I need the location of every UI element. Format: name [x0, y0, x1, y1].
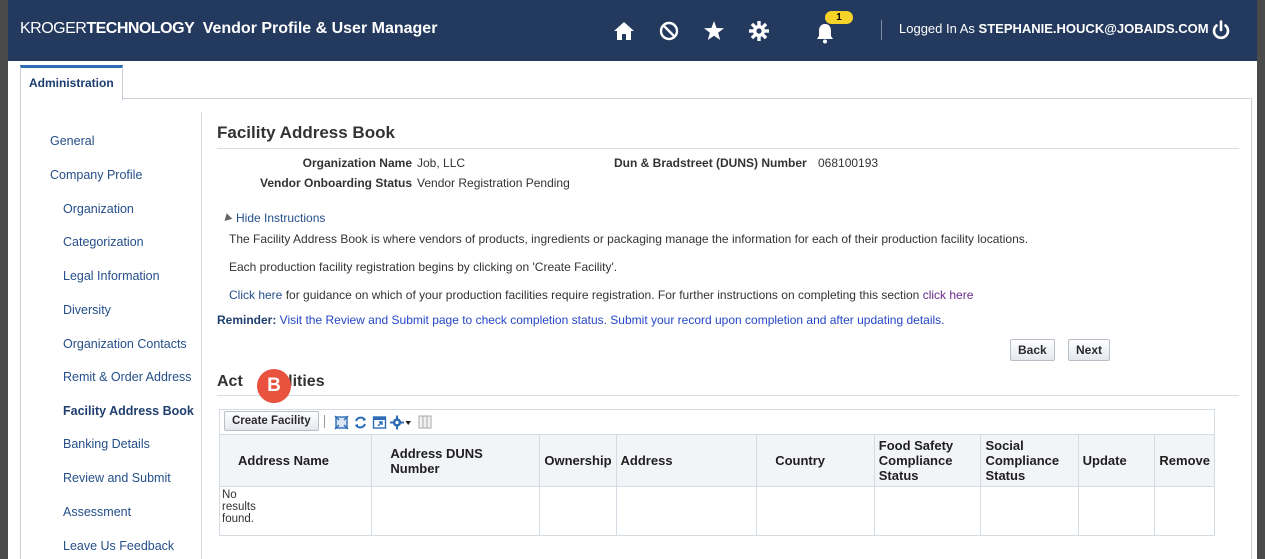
page-title: Facility Address Book [217, 123, 395, 142]
brand-bold: TECHNOLOGY [86, 20, 195, 37]
header-divider [881, 20, 882, 40]
col-address-duns[interactable]: Address DUNS Number [371, 434, 541, 487]
main-panel: Facility Address Book Organization Name … [217, 98, 1247, 559]
empty-results-message: No results found. [218, 486, 373, 536]
table-cell [756, 486, 875, 536]
settings-dropdown-icon[interactable] [390, 414, 412, 430]
sidebar-item-assessment[interactable]: Assessment [63, 505, 131, 519]
duns-value: 068100193 [818, 156, 879, 170]
sidebar-item-banking-details[interactable]: Banking Details [63, 437, 150, 451]
no-entry-icon[interactable] [656, 18, 682, 44]
reminder-label: Reminder: [217, 313, 277, 327]
further-instructions-link[interactable]: click here [923, 288, 974, 302]
col-country[interactable]: Country [756, 434, 875, 487]
sidebar-item-diversity[interactable]: Diversity [63, 303, 111, 317]
instruction-line-3: Click here for guidance on which of your… [229, 288, 973, 302]
sidebar-item-categorization[interactable]: Categorization [63, 235, 144, 249]
col-ownership[interactable]: Ownership [539, 434, 617, 487]
user-email: STEPHANIE.HOUCK@JOBAIDS.COM [978, 21, 1209, 36]
sidebar: General Company Profile Organization Cat… [21, 112, 202, 559]
detach-icon[interactable] [333, 414, 349, 430]
facilities-table: Address Name Address DUNS Number Ownersh… [218, 434, 1215, 536]
onboarding-status-label: Vendor Onboarding Status [259, 176, 412, 190]
sidebar-item-company-profile[interactable]: Company Profile [50, 168, 142, 182]
table-cell [539, 486, 617, 536]
col-food-safety-status[interactable]: Food Safety Compliance Status [873, 434, 982, 487]
instruction-line-2: Each production facility registration be… [229, 260, 618, 274]
duns-label: Dun & Bradstreet (DUNS) Number [614, 156, 807, 170]
table-toolbar: Create Facility [219, 409, 1215, 434]
sidebar-item-review-and-submit[interactable]: Review and Submit [63, 471, 171, 485]
col-address[interactable]: Address [615, 434, 758, 487]
instruction-line-3-text: for guidance on which of your production… [282, 288, 923, 302]
gear-icon[interactable] [746, 18, 772, 44]
org-name-label: Organization Name [302, 156, 412, 170]
guidance-link[interactable]: Click here [229, 288, 282, 302]
export-icon[interactable] [371, 414, 387, 430]
next-button[interactable]: Next [1068, 339, 1111, 361]
sidebar-item-remit-order-address[interactable]: Remit & Order Address [63, 370, 192, 384]
col-social-compliance-status[interactable]: Social Compliance Status [980, 434, 1079, 487]
table-cell [1154, 486, 1215, 536]
collapse-triangle-icon [221, 213, 233, 225]
brand-prefix: KROGER [20, 20, 87, 37]
title-divider [217, 148, 1239, 149]
instruction-line-1: The Facility Address Book is where vendo… [229, 232, 1029, 246]
back-button[interactable]: Back [1010, 339, 1055, 361]
step-marker-b: B [257, 369, 291, 403]
tab-strip: Administration [20, 65, 1250, 101]
reminder-text: Visit the Review and Submit page to chec… [276, 313, 945, 327]
table-cell [873, 486, 982, 536]
power-icon[interactable] [1208, 18, 1234, 44]
col-remove[interactable]: Remove [1154, 434, 1215, 487]
table-cell [1077, 486, 1156, 536]
hide-instructions-label: Hide Instructions [236, 211, 326, 225]
org-name-value: Job, LLC [417, 156, 466, 170]
sidebar-item-leave-us-feedback[interactable]: Leave Us Feedback [63, 539, 174, 553]
logged-in-prefix: Logged In As [899, 21, 975, 36]
reminder-note: Reminder: Visit the Review and Submit pa… [217, 313, 945, 327]
sidebar-item-organization-contacts[interactable]: Organization Contacts [63, 337, 187, 351]
app-title: Vendor Profile & User Manager [202, 20, 438, 37]
refresh-icon[interactable] [352, 414, 368, 430]
col-update[interactable]: Update [1077, 434, 1156, 487]
table-cell [980, 486, 1079, 536]
star-icon[interactable] [701, 18, 727, 44]
table-header-row: Address Name Address DUNS Number Ownersh… [218, 434, 1215, 487]
notification-badge: 1 [825, 11, 853, 24]
app-brand: KROGERTECHNOLOGY Vendor Profile & User M… [20, 20, 437, 38]
onboarding-status-value: Vendor Registration Pending [417, 176, 570, 190]
table-cell [371, 486, 541, 536]
table-cell [615, 486, 758, 536]
top-bar: KROGERTECHNOLOGY Vendor Profile & User M… [8, 0, 1257, 61]
sidebar-item-legal-information[interactable]: Legal Information [63, 269, 160, 283]
section-divider [217, 395, 1239, 396]
section-title-part-1: Act [217, 373, 243, 390]
create-facility-button[interactable]: Create Facility [224, 411, 319, 431]
tab-administration[interactable]: Administration [20, 65, 123, 101]
table-row: No results found. [218, 486, 1215, 536]
content-area: General Company Profile Organization Cat… [20, 98, 1252, 559]
sidebar-item-general[interactable]: General [50, 134, 94, 148]
app-window: KROGERTECHNOLOGY Vendor Profile & User M… [8, 0, 1257, 559]
columns-icon[interactable] [417, 414, 433, 430]
sidebar-item-facility-address-book[interactable]: Facility Address Book [63, 404, 194, 418]
sidebar-item-organization[interactable]: Organization [63, 202, 134, 216]
toolbar-divider [324, 415, 325, 428]
home-icon[interactable] [611, 18, 637, 44]
login-status: Logged In As STEPHANIE.HOUCK@JOBAIDS.COM [899, 21, 1209, 36]
col-address-name[interactable]: Address Name [218, 434, 373, 487]
hide-instructions-toggle[interactable]: Hide Instructions [221, 211, 326, 225]
